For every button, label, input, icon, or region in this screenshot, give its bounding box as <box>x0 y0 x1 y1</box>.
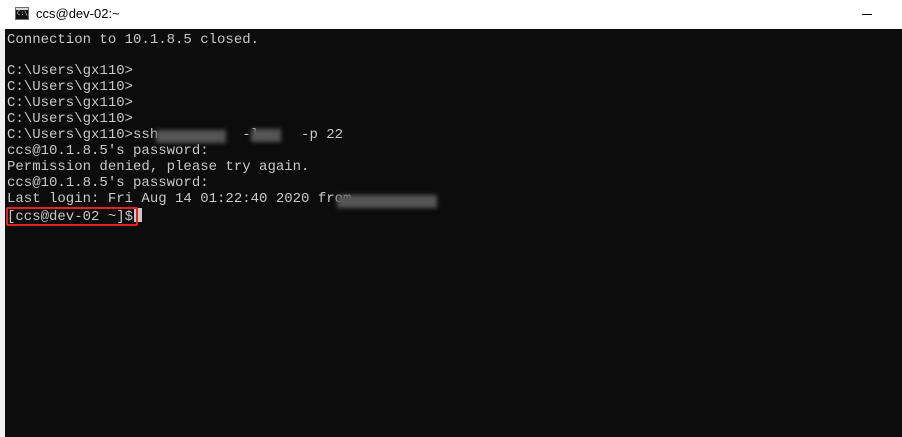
terminal-line: Connection to 10.1.8.5 closed. <box>7 32 260 48</box>
console-window: C:\ ccs@dev-02:~ Connection to 10.1.8.5 … <box>0 0 902 437</box>
redacted-user <box>251 129 281 142</box>
redacted-ip <box>337 195 437 208</box>
terminal-line: Last login: Fri Aug 14 01:22:40 2020 fro… <box>7 191 352 207</box>
terminal-line: ccs@10.1.8.5's password: <box>7 143 209 159</box>
prompt-highlight-box <box>6 207 138 226</box>
minimize-button[interactable] <box>843 0 889 29</box>
terminal-line: C:\Users\gx110> <box>7 79 134 95</box>
terminal-line: C:\Users\gx110> <box>7 63 134 79</box>
console-icon: C:\ <box>15 7 29 20</box>
terminal-output[interactable]: Connection to 10.1.8.5 closed. C:\Users\… <box>0 29 902 437</box>
terminal-line: Permission denied, please try again. <box>7 159 310 175</box>
redacted-host <box>156 130 226 143</box>
title-bar[interactable]: C:\ ccs@dev-02:~ <box>0 0 902 29</box>
window-border-strip <box>0 29 5 437</box>
terminal-line: ccs@10.1.8.5's password: <box>7 175 209 191</box>
window-title: ccs@dev-02:~ <box>36 6 120 21</box>
terminal-line: C:\Users\gx110> <box>7 111 134 127</box>
terminal-line: C:\Users\gx110> <box>7 95 134 111</box>
